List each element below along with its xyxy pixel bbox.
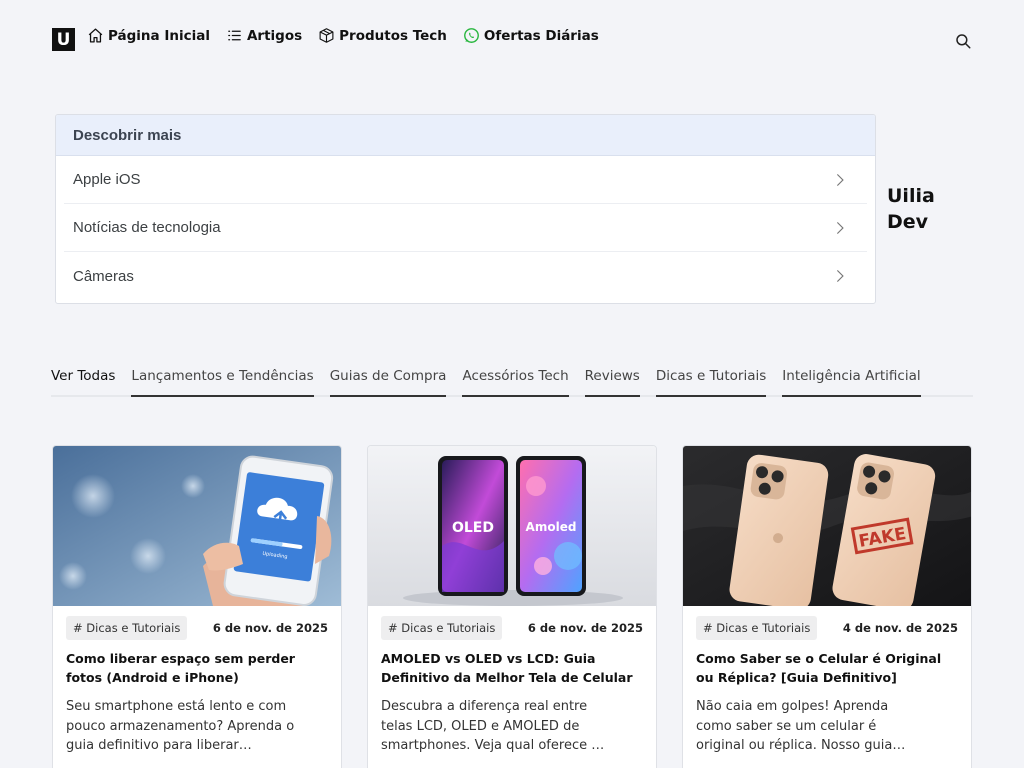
article-meta: # Dicas e Tutoriais 6 de nov. de 2025 [381, 616, 643, 640]
article-title[interactable]: Como liberar espaço sem perder fotos (An… [66, 649, 328, 687]
tab-reviews[interactable]: Reviews [584, 368, 640, 397]
article-excerpt: Descubra a diferença real entre telas LC… [381, 699, 605, 753]
list-icon [228, 30, 241, 41]
nav-item-label: Página Inicial [108, 27, 210, 44]
chevron-right-icon [837, 221, 844, 234]
article-date: 6 de nov. de 2025 [527, 621, 643, 635]
nav-item-label: Artigos [246, 27, 303, 44]
discover-item-cameras[interactable]: Câmeras [64, 252, 867, 300]
article-title[interactable]: Como Saber se o Celular é Original ou Ré… [696, 649, 958, 687]
nav-item-tech-products[interactable]: Produtos Tech [318, 27, 447, 44]
article-thumbnail[interactable]: FAKE [683, 446, 971, 606]
main-nav: Página Inicial Artigos Produtos Tech Ofe… [87, 27, 615, 44]
article-thumbnail[interactable]: Uploading [53, 446, 341, 606]
site-logo[interactable]: U [52, 28, 75, 51]
discover-more-panel: Descobrir mais Apple iOS Notícias de tec… [55, 114, 876, 304]
discover-item-label: Notícias de tecnologia [73, 219, 221, 236]
article-date: 4 de nov. de 2025 [842, 621, 958, 635]
nav-item-daily-offers[interactable]: Ofertas Diárias [463, 27, 599, 44]
article-card[interactable]: OLED Amoled # Dicas e Tutoriais 6 de nov… [367, 445, 657, 768]
article-title[interactable]: AMOLED vs OLED vs LCD: Guia Definitivo d… [381, 649, 643, 687]
article-meta: # Dicas e Tutoriais 6 de nov. de 2025 [66, 616, 328, 640]
article-meta: # Dicas e Tutoriais 4 de nov. de 2025 [696, 616, 958, 640]
image-label-oled: OLED [452, 520, 494, 536]
site-header: U Página Inicial Artigos Produtos Tech O… [0, 0, 1024, 80]
search-icon[interactable] [954, 32, 972, 50]
article-card[interactable]: Uploading # Dicas e Tutoriais 6 de nov. … [52, 445, 342, 768]
tab-tips-tutorials[interactable]: Dicas e Tutoriais [655, 368, 767, 397]
chevron-right-icon [837, 270, 844, 282]
category-badge[interactable]: # Dicas e Tutoriais [696, 616, 818, 640]
category-badge[interactable]: # Dicas e Tutoriais [381, 616, 503, 640]
article-thumbnail[interactable]: OLED Amoled [368, 446, 656, 606]
discover-more-title: Descobrir mais [56, 115, 875, 156]
nav-item-articles[interactable]: Artigos [226, 27, 302, 44]
article-excerpt: Seu smartphone está lento e com pouco ar… [66, 699, 295, 753]
box-icon [319, 28, 334, 43]
discover-item-apple-ios[interactable]: Apple iOS [64, 156, 867, 204]
category-badge[interactable]: # Dicas e Tutoriais [66, 616, 188, 640]
tab-tech-accessories[interactable]: Acessórios Tech [462, 368, 569, 397]
tab-artificial-intelligence[interactable]: Inteligência Artificial [782, 368, 921, 397]
article-excerpt: Não caia em golpes! Aprenda como saber s… [696, 699, 906, 753]
aside-title: Uilia Dev [887, 183, 1007, 235]
chevron-right-icon [837, 173, 844, 186]
tab-buying-guides[interactable]: Guias de Compra [329, 368, 447, 397]
discover-item-tech-news[interactable]: Notícias de tecnologia [64, 204, 867, 252]
tab-launches-trends[interactable]: Lançamentos e Tendências [131, 368, 314, 397]
whatsapp-icon [463, 28, 479, 43]
home-icon [88, 28, 103, 43]
discover-item-label: Câmeras [73, 267, 134, 285]
aside-title-line: Uilia [887, 185, 935, 207]
category-tabs: Ver Todas Lançamentos e Tendências Guias… [51, 368, 973, 397]
nav-item-home[interactable]: Página Inicial [87, 27, 210, 44]
article-date: 6 de nov. de 2025 [212, 621, 328, 635]
image-label-amoled: Amoled [526, 520, 577, 534]
article-card[interactable]: FAKE # Dicas e Tutoriais 4 de nov. de 20… [682, 445, 972, 768]
nav-item-label: Ofertas Diárias [483, 27, 599, 44]
nav-item-label: Produtos Tech [339, 27, 447, 44]
aside-title-line: Dev [887, 211, 929, 233]
tab-all[interactable]: Ver Todas [51, 368, 115, 397]
discover-item-label: Apple iOS [73, 171, 141, 188]
